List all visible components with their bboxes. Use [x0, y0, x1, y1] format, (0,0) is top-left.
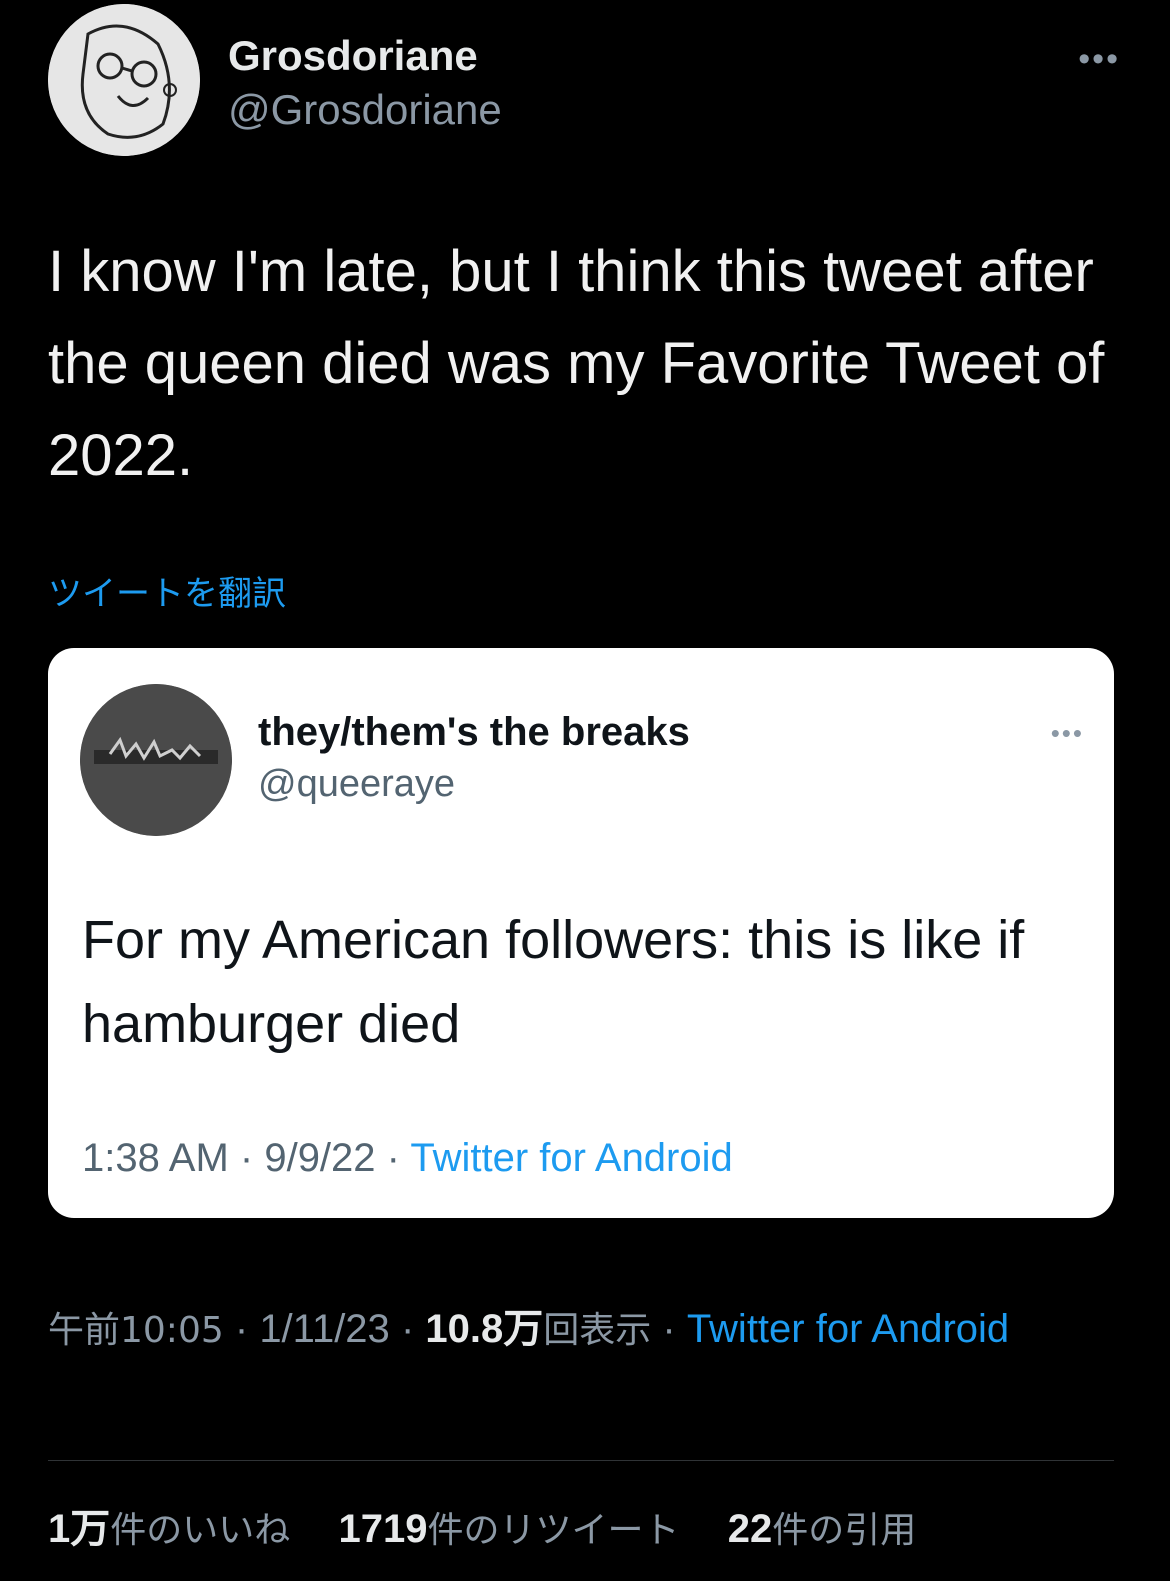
retweets-count: 1719	[338, 1507, 428, 1551]
tweet-time: 午前10:05	[48, 1310, 224, 1351]
more-horizontal-icon[interactable]: •••	[1078, 40, 1120, 79]
separator-dot: ·	[239, 1136, 265, 1180]
author-avatar[interactable]	[48, 4, 200, 156]
quoted-author-avatar[interactable]	[80, 684, 232, 836]
quoted-tweet-meta: 1:38 AM · 9/9/22 · Twitter for Android	[82, 1136, 733, 1181]
views-count[interactable]: 10.8万	[425, 1307, 543, 1351]
divider	[48, 1460, 1114, 1461]
views-label: 回表示	[543, 1310, 652, 1351]
author-handle[interactable]: @Grosdoriane	[228, 84, 502, 136]
separator-dot: ·	[662, 1307, 687, 1351]
separator-dot: ·	[400, 1307, 426, 1351]
quoted-handle[interactable]: @queeraye	[258, 760, 690, 808]
author-names[interactable]: Grosdoriane @Grosdoriane	[228, 30, 502, 136]
tweet-text: I know I'm late, but I think this tweet …	[48, 239, 1105, 488]
quotes-stat[interactable]: 22件の引用	[728, 1507, 917, 1551]
likes-label: 件のいいね	[110, 1510, 291, 1551]
quoted-date: 9/9/22	[264, 1136, 376, 1180]
quoted-source-link[interactable]: Twitter for Android	[410, 1136, 732, 1180]
tweet-date: 1/11/23	[259, 1307, 390, 1351]
tweet-header: Grosdoriane @Grosdoriane •••	[48, 4, 1120, 164]
quotes-label: 件の引用	[772, 1510, 917, 1551]
more-horizontal-icon[interactable]: •••	[1051, 718, 1084, 749]
retweets-stat[interactable]: 1719件のリツイート	[339, 1507, 680, 1551]
quoted-tweet-text: For my American followers: this is like …	[82, 910, 1025, 1054]
tweet-source-link[interactable]: Twitter for Android	[687, 1307, 1009, 1351]
engagement-stats: 1万件のいいね 1719件のリツイート 22件の引用	[48, 1496, 916, 1554]
likes-stat[interactable]: 1万件のいいね	[48, 1507, 290, 1551]
quotes-count: 22	[727, 1507, 773, 1551]
retweets-label: 件のリツイート	[427, 1510, 680, 1551]
likes-count: 1万	[48, 1507, 111, 1551]
translate-tweet-link[interactable]: ツイートを翻訳	[48, 566, 286, 615]
quoted-display-name[interactable]: they/them's the breaks	[258, 708, 690, 756]
separator-dot: ·	[386, 1136, 411, 1180]
quoted-author-names[interactable]: they/them's the breaks @queeraye	[258, 708, 690, 808]
quoted-time: 1:38 AM	[82, 1136, 229, 1180]
separator-dot: ·	[234, 1307, 260, 1351]
tweet-meta: 午前10:05 · 1/11/23 · 10.8万回表示 · Twitter f…	[48, 1288, 1128, 1372]
quoted-tweet-card[interactable]: they/them's the breaks @queeraye ••• For…	[48, 648, 1114, 1218]
author-display-name[interactable]: Grosdoriane	[228, 30, 502, 82]
